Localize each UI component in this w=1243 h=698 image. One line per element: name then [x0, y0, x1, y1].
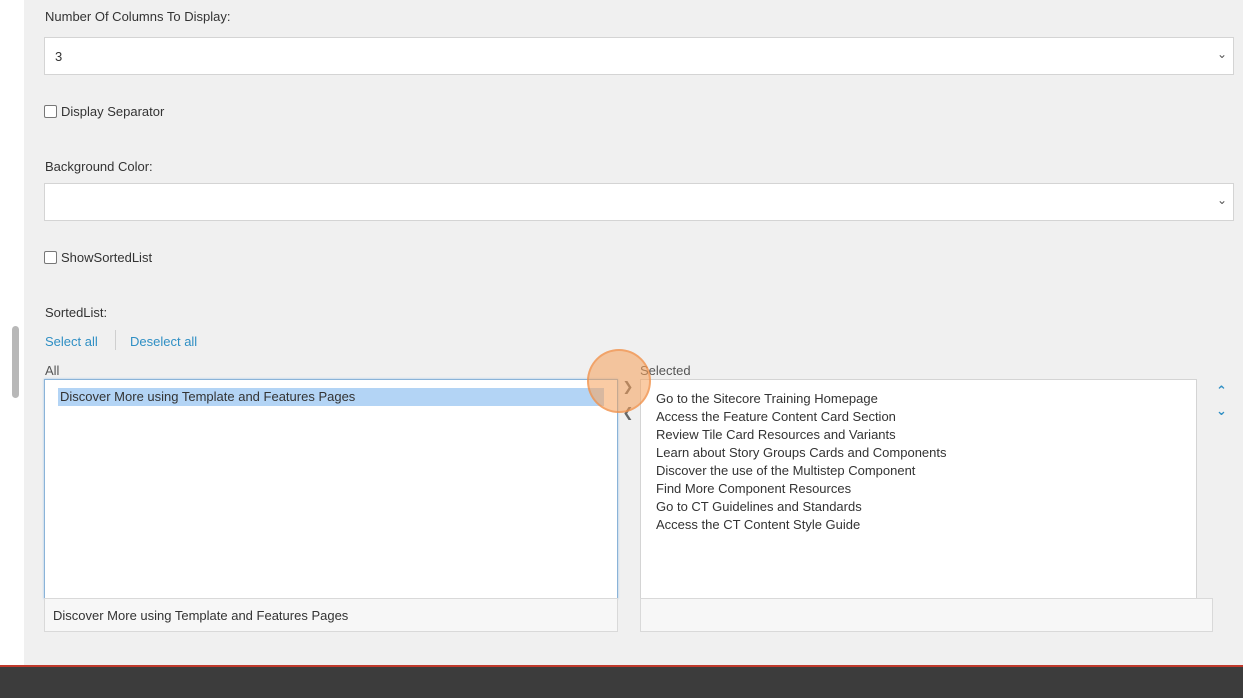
select-all-link[interactable]: Select all — [45, 334, 98, 349]
chevron-left-icon[interactable]: ❮ — [620, 405, 636, 421]
scrollbar-thumb[interactable] — [12, 326, 19, 398]
columns-select[interactable]: 3 ⌄ — [44, 37, 1234, 75]
selected-list-item[interactable]: Review Tile Card Resources and Variants — [656, 426, 1181, 444]
left-rail — [0, 0, 24, 665]
deselect-all-link[interactable]: Deselect all — [130, 334, 197, 349]
selected-list-item[interactable]: Learn about Story Groups Cards and Compo… — [656, 444, 1181, 462]
chevron-down-icon: ⌄ — [1216, 47, 1227, 61]
display-separator-checkbox[interactable] — [44, 105, 57, 118]
all-list-header: All — [45, 363, 60, 378]
selected-items-listbox[interactable]: Go to the Sitecore Training Homepage Acce… — [640, 379, 1197, 599]
background-color-select[interactable]: ⌄ — [44, 183, 1234, 221]
selected-list-item[interactable]: Access the Feature Content Card Section — [656, 408, 1181, 426]
background-color-label: Background Color: — [45, 159, 153, 174]
selected-list-item[interactable]: Go to the Sitecore Training Homepage — [656, 390, 1181, 408]
selected-list-item[interactable]: Find More Component Resources — [656, 480, 1181, 498]
display-separator-row: Display Separator — [44, 104, 164, 119]
selected-items-footer — [640, 598, 1213, 632]
chevron-down-icon[interactable]: ⌄ — [1216, 403, 1227, 419]
selected-list-item[interactable]: Access the CT Content Style Guide — [656, 516, 1181, 534]
chevron-right-icon[interactable]: ❯ — [620, 379, 636, 395]
chevron-up-icon[interactable]: ⌃ — [1216, 383, 1227, 399]
content-panel: Number Of Columns To Display: 3 ⌄ Displa… — [24, 0, 1243, 665]
sorted-list-label: SortedList: — [45, 305, 108, 320]
all-items-footer: Discover More using Template and Feature… — [44, 598, 618, 632]
columns-label: Number Of Columns To Display: — [45, 9, 231, 24]
bottom-bar — [0, 665, 1243, 698]
chevron-down-icon: ⌄ — [1216, 193, 1227, 207]
link-divider — [115, 330, 116, 350]
show-sorted-list-label: ShowSortedList — [61, 250, 153, 265]
all-list-item[interactable]: Discover More using Template and Feature… — [58, 388, 604, 406]
selected-list-header: Selected — [640, 363, 691, 378]
show-sorted-list-row: ShowSortedList — [44, 250, 152, 265]
columns-select-value: 3 — [55, 49, 63, 64]
selected-list-item[interactable]: Discover the use of the Multistep Compon… — [656, 462, 1181, 480]
show-sorted-list-checkbox[interactable] — [44, 251, 57, 264]
display-separator-label: Display Separator — [61, 104, 165, 119]
all-items-footer-text: Discover More using Template and Feature… — [53, 608, 349, 623]
all-items-listbox[interactable]: Discover More using Template and Feature… — [44, 379, 618, 599]
selected-list-item[interactable]: Go to CT Guidelines and Standards — [656, 498, 1181, 516]
